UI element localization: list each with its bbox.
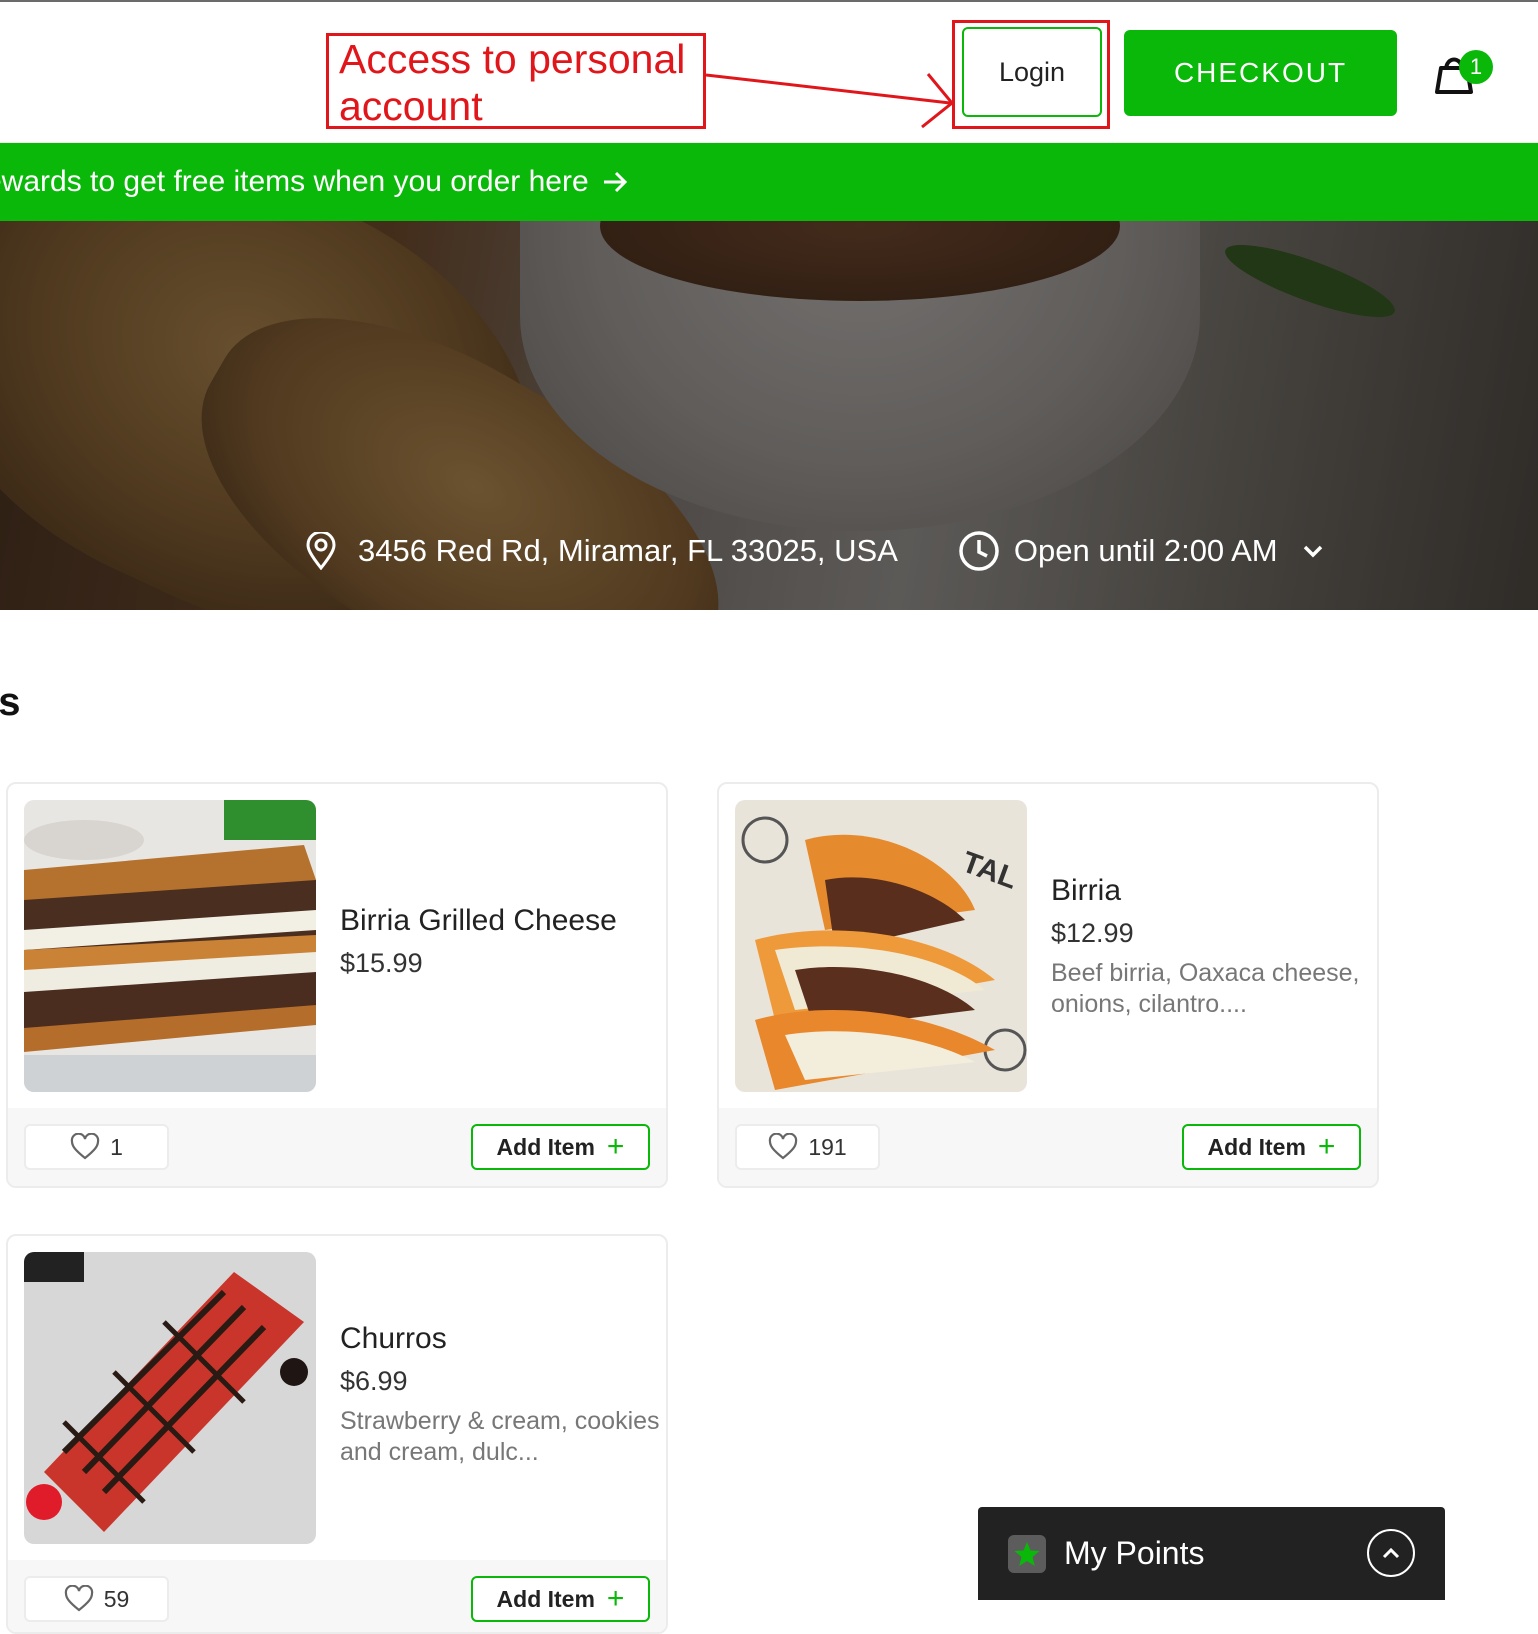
menu-item-card[interactable]: Churros $6.99 Strawberry & cream, cookie… bbox=[6, 1234, 668, 1634]
menu-item-card[interactable]: Birria Grilled Cheese $15.99 1 Add Item … bbox=[6, 782, 668, 1188]
menu-item-image: TAL bbox=[735, 800, 1027, 1092]
store-address: 3456 Red Rd, Miramar, FL 33025, USA bbox=[358, 533, 898, 568]
menu-item-name: Birria bbox=[1051, 874, 1122, 907]
menu-section-title: ks bbox=[0, 680, 21, 724]
store-hours[interactable]: Open until 2:00 AM bbox=[1014, 533, 1278, 569]
menu-item-footer: 59 Add Item + bbox=[8, 1560, 666, 1632]
menu-item-image bbox=[24, 1252, 316, 1544]
menu-item-card[interactable]: TAL Birria $12.99 Beef birria, Oaxaca ch… bbox=[717, 782, 1379, 1188]
hero-banner: 3456 Red Rd, Miramar, FL 33025, USA Open… bbox=[0, 221, 1538, 610]
star-icon bbox=[1008, 1534, 1046, 1573]
checkout-button[interactable]: CHECKOUT bbox=[1124, 30, 1397, 116]
plus-icon: + bbox=[606, 1582, 625, 1615]
clock-icon bbox=[959, 531, 999, 571]
menu-item-name: Birria Grilled Cheese bbox=[340, 904, 617, 937]
menu-item-footer: 191 Add Item + bbox=[719, 1108, 1377, 1186]
add-item-button[interactable]: Add Item + bbox=[1182, 1124, 1361, 1170]
arrow-right-icon bbox=[603, 171, 627, 193]
heart-icon bbox=[769, 1133, 798, 1160]
annotation-text: Access to personal account bbox=[339, 36, 686, 129]
add-item-label: Add Item bbox=[496, 1133, 595, 1160]
plus-icon: + bbox=[1317, 1130, 1336, 1163]
menu-item-description: Beef birria, Oaxaca cheese, onions, cila… bbox=[1051, 959, 1360, 1018]
rewards-banner[interactable]: ewards to get free items when you order … bbox=[0, 143, 1538, 221]
like-button[interactable]: 191 bbox=[735, 1124, 880, 1170]
plus-icon: + bbox=[606, 1130, 625, 1163]
menu-item-name: Churros bbox=[340, 1322, 447, 1355]
like-button[interactable]: 59 bbox=[24, 1576, 169, 1622]
menu-item-description: Strawberry & cream, cookies and cream, d… bbox=[340, 1407, 660, 1466]
menu-item-price: $15.99 bbox=[340, 948, 423, 978]
add-item-label: Add Item bbox=[496, 1585, 595, 1612]
login-button[interactable]: Login bbox=[962, 27, 1102, 117]
like-count: 191 bbox=[808, 1133, 847, 1160]
heart-icon bbox=[64, 1585, 93, 1612]
menu-item-price: $12.99 bbox=[1051, 918, 1134, 948]
menu-item-footer: 1 Add Item + bbox=[8, 1108, 666, 1186]
store-info: 3456 Red Rd, Miramar, FL 33025, USA Open… bbox=[304, 521, 1326, 581]
like-button[interactable]: 1 bbox=[24, 1124, 169, 1170]
cart-count-badge: 1 bbox=[1459, 50, 1493, 84]
rewards-text: ewards to get free items when you order … bbox=[0, 165, 589, 198]
site-header: Access to personal account Login CHECKOU… bbox=[0, 2, 1538, 143]
location-pin-icon bbox=[306, 532, 336, 570]
heart-icon bbox=[70, 1133, 100, 1160]
like-count: 1 bbox=[110, 1133, 123, 1160]
menu-item-price: $6.99 bbox=[340, 1366, 408, 1396]
chevron-up-icon[interactable] bbox=[1367, 1529, 1415, 1577]
add-item-button[interactable]: Add Item + bbox=[471, 1124, 650, 1170]
chevron-down-icon[interactable] bbox=[1300, 538, 1326, 564]
add-item-label: Add Item bbox=[1207, 1133, 1306, 1160]
like-count: 59 bbox=[103, 1585, 130, 1612]
my-points-widget[interactable]: My Points bbox=[978, 1507, 1445, 1600]
menu-item-image bbox=[24, 800, 316, 1092]
add-item-button[interactable]: Add Item + bbox=[471, 1576, 650, 1622]
my-points-label: My Points bbox=[1064, 1535, 1205, 1571]
annotation-callout: Access to personal account bbox=[326, 33, 706, 129]
